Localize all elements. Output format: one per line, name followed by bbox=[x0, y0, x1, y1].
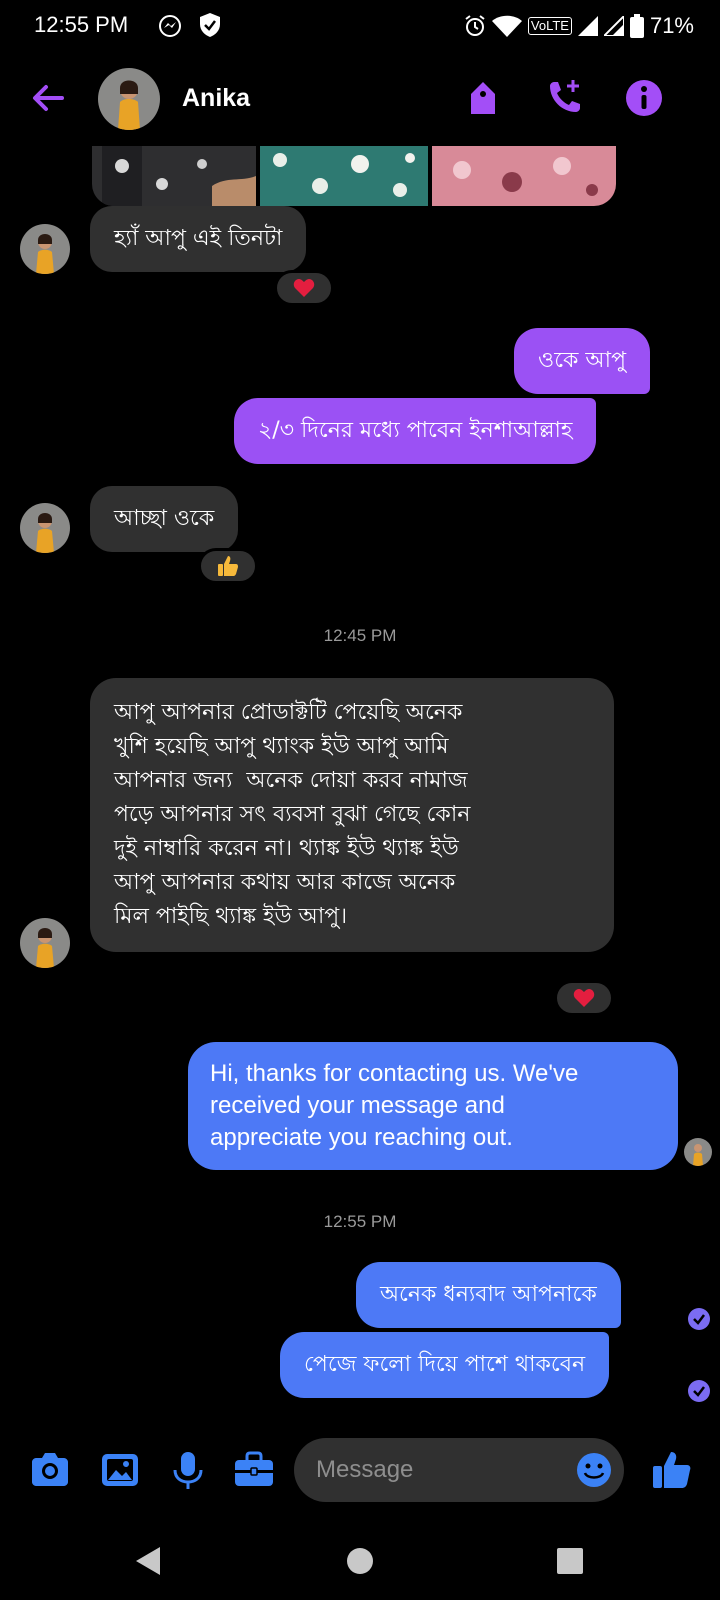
timestamp: 12:55 PM bbox=[323, 1212, 397, 1231]
like-icon[interactable] bbox=[650, 1448, 694, 1492]
heart-reaction[interactable] bbox=[274, 270, 334, 306]
status-bar: 12:55 PM VoLTE 71% bbox=[0, 0, 720, 54]
signal-icon bbox=[577, 16, 598, 36]
nav-home-icon[interactable] bbox=[343, 1544, 377, 1578]
incoming-message-bubble[interactable]: হ্যাঁ আপু এই তিনটা bbox=[90, 206, 307, 272]
message-text: ওকে আপু bbox=[538, 348, 627, 373]
message-composer bbox=[0, 1428, 720, 1512]
delivered-check-icon bbox=[688, 1308, 710, 1330]
outgoing-message-bubble[interactable]: পেজে ফলো দিয়ে পাশে থাকবেন bbox=[280, 1332, 610, 1398]
camera-icon[interactable] bbox=[28, 1448, 72, 1492]
message-line: আপু আপনার প্রোডাক্টটি পেয়েছি অনেক bbox=[114, 700, 463, 725]
contact-avatar-small bbox=[20, 224, 70, 274]
nav-recents-icon[interactable] bbox=[553, 1544, 587, 1578]
contact-avatar-small bbox=[20, 918, 70, 968]
message-line: মিল পাইছি থ্যাঙ্ক ইউ আপু। bbox=[114, 904, 348, 929]
volte-badge: VoLTE bbox=[527, 17, 572, 35]
thumbs-up-reaction[interactable] bbox=[198, 548, 258, 584]
heart-icon bbox=[293, 279, 315, 297]
emoji-icon[interactable] bbox=[574, 1450, 614, 1490]
outgoing-message-bubble[interactable]: ওকে আপু bbox=[514, 328, 651, 394]
heart-reaction[interactable] bbox=[554, 980, 614, 1016]
contact-avatar-small bbox=[20, 503, 70, 553]
message-text: হ্যাঁ আপু এই তিনটা bbox=[114, 226, 283, 251]
contact-avatar[interactable] bbox=[98, 68, 160, 130]
message-line: খুশি হয়েছি আপু থ্যাংক ইউ আপু আমি bbox=[114, 734, 449, 759]
outgoing-message-bubble[interactable]: ২/৩ দিনের মধ্যে পাবেন ইনশাআল্লাহ bbox=[234, 398, 597, 464]
product-image-3[interactable] bbox=[432, 146, 616, 206]
message-text: অনেক ধন্যবাদ আপনাকে bbox=[380, 1282, 597, 1307]
message-line: received your message and bbox=[210, 1092, 505, 1119]
add-call-icon[interactable] bbox=[542, 76, 586, 120]
gallery-icon[interactable] bbox=[98, 1448, 142, 1492]
tag-icon[interactable] bbox=[461, 76, 505, 120]
messenger-notification-icon bbox=[159, 15, 181, 37]
microphone-icon[interactable] bbox=[166, 1448, 210, 1492]
shield-check-icon bbox=[200, 13, 220, 37]
message-text: ২/৩ দিনের মধ্যে পাবেন ইনশাআল্লাহ bbox=[258, 418, 573, 443]
back-arrow-icon[interactable] bbox=[28, 78, 68, 118]
delivered-check-icon bbox=[688, 1380, 710, 1402]
battery-percent: 71% bbox=[649, 13, 694, 38]
incoming-message-bubble[interactable]: আচ্ছা ওকে bbox=[90, 486, 239, 552]
thumbs-up-icon bbox=[218, 556, 238, 576]
message-line: আপু আপনার কথায় আর কাজে অনেক bbox=[114, 870, 456, 895]
message-line: আপনার জন্য অনেক দোয়া করব নামাজ bbox=[114, 768, 468, 793]
product-image-1[interactable] bbox=[92, 146, 256, 206]
message-line: দুই নাম্বারি করেন না। থ্যাঙ্ক ইউ থ্যাঙ্ক… bbox=[114, 836, 459, 861]
contact-name[interactable]: Anika bbox=[182, 84, 250, 113]
timestamp: 12:45 PM bbox=[323, 626, 397, 645]
alarm-icon bbox=[465, 15, 485, 36]
message-line: Hi, thanks for contacting us. We've bbox=[210, 1060, 579, 1087]
message-text: পেজে ফলো দিয়ে পাশে থাকবেন bbox=[304, 1352, 586, 1377]
incoming-message-bubble[interactable]: আপু আপনার প্রোডাক্টটি পেয়েছি অনেক খুশি … bbox=[90, 678, 614, 952]
wifi-icon bbox=[491, 15, 522, 37]
outgoing-message-bubble[interactable]: Hi, thanks for contacting us. We've rece… bbox=[188, 1042, 678, 1170]
message-line: appreciate you reaching out. bbox=[210, 1124, 513, 1151]
battery-icon bbox=[629, 14, 644, 38]
system-nav-bar bbox=[0, 1520, 720, 1600]
nav-back-icon[interactable] bbox=[132, 1544, 166, 1578]
shared-images[interactable] bbox=[92, 146, 616, 206]
product-image-2[interactable] bbox=[260, 146, 428, 206]
info-icon[interactable] bbox=[622, 76, 666, 120]
seen-avatar bbox=[684, 1138, 712, 1166]
status-time: 12:55 PM bbox=[34, 12, 129, 37]
signal-icon-2 bbox=[603, 16, 624, 36]
status-right-group: VoLTE 71% bbox=[464, 10, 694, 42]
heart-icon bbox=[573, 989, 595, 1007]
message-line: পড়ে আপনার সৎ ব্যবসা বুঝা গেছে কোন bbox=[114, 802, 471, 827]
message-text: আচ্ছা ওকে bbox=[114, 506, 215, 531]
briefcase-icon[interactable] bbox=[232, 1448, 276, 1492]
outgoing-message-bubble[interactable]: অনেক ধন্যবাদ আপনাকে bbox=[356, 1262, 621, 1328]
chat-header: Anika bbox=[0, 60, 720, 140]
